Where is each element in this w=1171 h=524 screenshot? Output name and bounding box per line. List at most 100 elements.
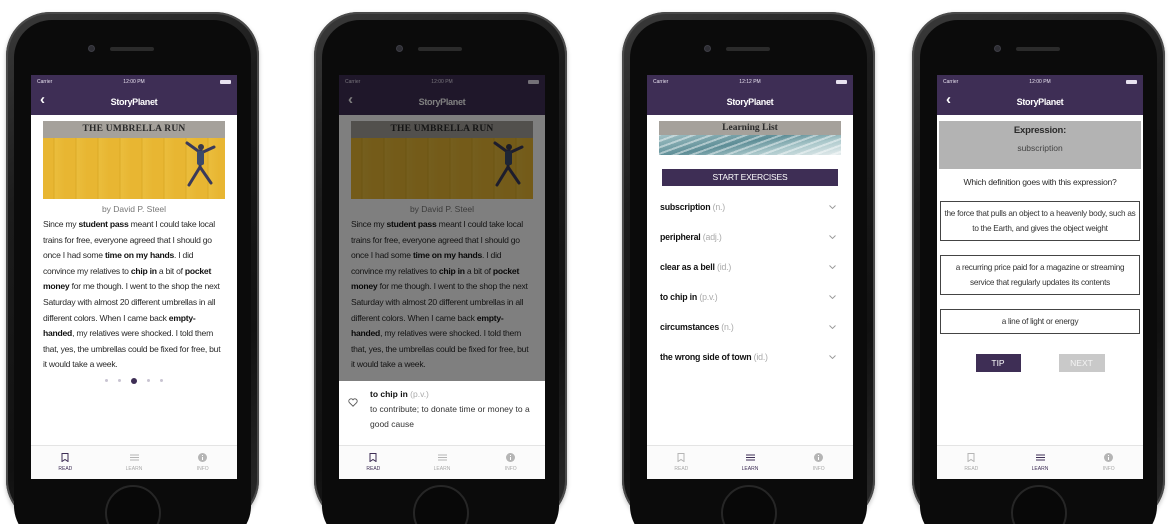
list-icon <box>745 454 755 461</box>
word-list-item[interactable]: to chip in (p.v.) <box>660 282 841 312</box>
back-arrow-icon[interactable]: ‹ <box>40 91 45 108</box>
vocab-term[interactable]: chip in <box>131 266 157 276</box>
tab-learn[interactable]: LEARN <box>408 446 477 479</box>
learning-list-title: Learning List <box>659 121 841 135</box>
nav-bar: StoryPlanet <box>647 88 853 115</box>
app-title: StoryPlanet <box>110 96 158 107</box>
front-camera <box>704 45 711 52</box>
answer-option[interactable]: a line of light or energy <box>940 309 1140 334</box>
page-dot[interactable] <box>105 378 108 382</box>
tab-learn[interactable]: LEARN <box>100 446 169 479</box>
page-dot[interactable] <box>160 378 163 382</box>
phone-learning-list: Carrier 12:12 PM StoryPlanet Learning Li… <box>622 12 875 524</box>
word-list-item[interactable]: circumstances (n.) <box>660 312 841 342</box>
chevron-down-icon <box>829 265 836 269</box>
learning-list-banner: Learning List <box>659 121 841 155</box>
tab-read-label: READ <box>674 466 689 472</box>
tab-read-label: READ <box>964 466 979 472</box>
vocab-term[interactable]: time on my hands <box>105 250 174 260</box>
battery-icon <box>836 79 847 84</box>
app-title: StoryPlanet <box>726 96 774 107</box>
tab-bar: READ LEARN INFO <box>937 445 1143 479</box>
list-icon <box>437 454 447 461</box>
question-text: Which definition goes with this expressi… <box>963 177 1117 187</box>
heart-icon[interactable] <box>348 398 358 407</box>
chevron-down-icon <box>829 325 836 329</box>
earpiece-speaker <box>418 47 462 51</box>
status-bar: Carrier 12:00 PM <box>937 75 1143 88</box>
page-dot[interactable] <box>118 378 121 382</box>
carrier-label: Carrier <box>37 78 53 85</box>
carrier-label: Carrier <box>653 78 669 85</box>
screen-exercise: Carrier 12:00 PM ‹ StoryPlanet Expressio… <box>937 75 1143 479</box>
next-button[interactable]: NEXT <box>1058 354 1105 372</box>
popup-definition: to contribute; to donate time or money t… <box>370 404 530 429</box>
word-list: subscription (n.) peripheral (adj.) clea… <box>660 192 841 372</box>
story-byline: by David P. Steel <box>101 204 167 214</box>
word-list-item[interactable]: peripheral (adj.) <box>660 222 841 252</box>
tab-learn[interactable]: LEARN <box>716 446 785 479</box>
bookmark-icon <box>369 453 377 462</box>
story-text: Since my student pass meant I could take… <box>43 219 221 370</box>
tab-info[interactable]: INFO <box>168 446 237 479</box>
info-icon <box>1104 453 1114 462</box>
exercise-content: Expression: subscription Which definitio… <box>937 115 1143 445</box>
expression-word: subscription <box>1017 143 1063 153</box>
back-arrow-icon[interactable]: ‹ <box>946 91 951 108</box>
tab-bar: READ LEARN INFO <box>339 445 545 479</box>
front-camera <box>396 45 403 52</box>
info-icon <box>198 453 208 462</box>
word-list-item[interactable]: clear as a bell (id.) <box>660 252 841 282</box>
start-exercises-button[interactable]: START EXERCISES <box>662 169 838 186</box>
page-dot[interactable] <box>147 378 150 382</box>
story-content[interactable]: THE UMBRELLA RUN by David P. Steel Since… <box>31 115 237 445</box>
carrier-label: Carrier <box>943 78 959 85</box>
bookmark-icon <box>677 453 685 462</box>
tab-read[interactable]: READ <box>339 446 408 479</box>
tab-info-label: INFO <box>1102 466 1115 472</box>
word-list-item[interactable]: subscription (n.) <box>660 192 841 222</box>
tab-learn-label: LEARN <box>741 466 759 472</box>
tab-info-label: INFO <box>196 466 209 472</box>
vocab-term[interactable]: student pass <box>78 219 128 229</box>
expression-card: Expression: subscription <box>939 121 1141 169</box>
phone-exercise: Carrier 12:00 PM ‹ StoryPlanet Expressio… <box>912 12 1165 524</box>
info-icon <box>814 453 824 462</box>
tab-info-label: INFO <box>812 466 825 472</box>
nav-bar: ‹ StoryPlanet <box>937 88 1143 115</box>
clock: 12:12 PM <box>739 78 761 85</box>
tab-info[interactable]: INFO <box>476 446 545 479</box>
nav-bar: ‹ StoryPlanet <box>31 88 237 115</box>
earpiece-speaker <box>1016 47 1060 51</box>
home-button[interactable] <box>105 485 161 524</box>
tab-read-label: READ <box>58 466 73 472</box>
earpiece-speaker <box>726 47 770 51</box>
overlay-dim[interactable] <box>339 75 545 115</box>
page-indicator[interactable] <box>31 377 237 384</box>
tab-read[interactable]: READ <box>647 446 716 479</box>
home-button[interactable] <box>721 485 777 524</box>
front-camera <box>994 45 1001 52</box>
home-button[interactable] <box>1011 485 1067 524</box>
tab-read[interactable]: READ <box>31 446 100 479</box>
popup-term: to chip in <box>370 389 408 399</box>
tab-read[interactable]: READ <box>937 446 1006 479</box>
phone-reading: Carrier 12:00 PM ‹ StoryPlanet THE UMBRE… <box>6 12 259 524</box>
list-icon <box>1035 454 1045 461</box>
tab-info[interactable]: INFO <box>784 446 853 479</box>
tab-learn-label: LEARN <box>125 466 143 472</box>
home-button[interactable] <box>413 485 469 524</box>
popup-pos: (p.v.) <box>410 389 429 399</box>
answer-option[interactable]: a recurring price paid for a magazine or… <box>940 255 1140 295</box>
chevron-down-icon <box>829 355 836 359</box>
expression-label: Expression: <box>1013 125 1067 136</box>
answer-option[interactable]: the force that pulls an object to a heav… <box>940 201 1140 241</box>
tab-learn[interactable]: LEARN <box>1006 446 1075 479</box>
tab-info[interactable]: INFO <box>1074 446 1143 479</box>
clock: 12:00 PM <box>1029 78 1051 85</box>
tab-learn-label: LEARN <box>1031 466 1049 472</box>
tip-button[interactable]: TIP <box>975 354 1021 372</box>
chevron-down-icon <box>829 205 836 209</box>
word-list-item[interactable]: the wrong side of town (id.) <box>660 342 841 372</box>
page-dot-active[interactable] <box>131 377 137 384</box>
